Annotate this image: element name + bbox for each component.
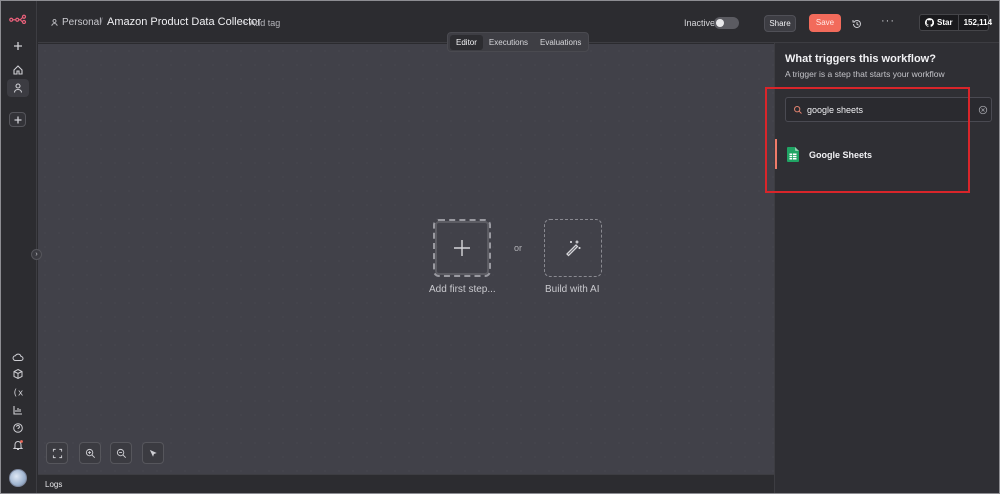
left-sidebar: (x) [1, 1, 37, 493]
magic-wand-icon [566, 240, 581, 257]
plus-icon [454, 240, 470, 256]
zoom-out-icon [116, 448, 126, 458]
variables-icon[interactable]: (x) [7, 383, 29, 401]
fit-view-icon [52, 448, 62, 458]
search-input[interactable] [807, 102, 967, 118]
trigger-panel: What triggers this workflow? A trigger i… [774, 43, 999, 493]
build-with-ai-button[interactable] [544, 219, 602, 277]
n8n-logo-icon[interactable] [7, 10, 29, 28]
build-with-ai-label: Build with AI [545, 284, 600, 295]
clear-search-icon[interactable] [978, 105, 988, 115]
cursor-icon [149, 449, 157, 457]
tab-editor[interactable]: Editor [450, 34, 483, 50]
fit-view-button[interactable] [46, 442, 68, 464]
view-tabs: Editor Executions Evaluations [447, 32, 589, 52]
workflow-status-label: Inactive [684, 18, 716, 28]
toggle-knob [716, 19, 724, 27]
cloud-icon[interactable] [7, 348, 29, 366]
user-icon [51, 19, 58, 26]
tidy-up-button[interactable] [142, 442, 164, 464]
breadcrumb-separator: / [100, 17, 103, 28]
panel-title: What triggers this workflow? [785, 53, 936, 65]
zoom-in-icon [85, 448, 95, 458]
google-sheets-icon [787, 147, 799, 162]
zoom-in-button[interactable] [79, 442, 101, 464]
help-icon[interactable] [7, 419, 29, 437]
svg-text:(x): (x) [13, 389, 25, 399]
panel-subtitle: A trigger is a step that starts your wor… [785, 69, 945, 79]
save-button[interactable]: Save [809, 14, 841, 32]
user-avatar[interactable] [9, 469, 27, 487]
notifications-bell-icon[interactable] [7, 436, 29, 454]
workflow-title[interactable]: Amazon Product Data Collector [107, 16, 261, 28]
result-label: Google Sheets [809, 150, 873, 160]
active-toggle[interactable] [714, 17, 739, 29]
selected-indicator [775, 139, 777, 169]
breadcrumb-owner[interactable]: Personal [50, 17, 101, 28]
zoom-out-button[interactable] [110, 442, 132, 464]
search-icon [793, 105, 802, 114]
share-button[interactable]: Share [764, 15, 796, 32]
home-icon[interactable] [7, 61, 29, 79]
templates-icon[interactable] [7, 365, 29, 383]
history-icon[interactable] [851, 18, 863, 30]
or-label: or [514, 243, 523, 253]
more-options-icon[interactable]: ··· [881, 15, 895, 27]
insights-chart-icon[interactable] [7, 401, 29, 419]
github-star-button[interactable]: Star 152,114 [919, 14, 992, 31]
logs-bar[interactable]: Logs [38, 474, 774, 493]
github-icon [925, 18, 934, 27]
add-icon[interactable] [7, 37, 29, 55]
create-project-icon[interactable] [9, 112, 26, 127]
list-item[interactable]: Google Sheets [775, 139, 1000, 169]
add-first-step-label: Add first step... [429, 284, 496, 295]
github-star-count: 152,114 [963, 18, 993, 27]
logs-label: Logs [45, 480, 63, 489]
tab-evaluations[interactable]: Evaluations [534, 35, 587, 50]
trigger-search-box [785, 97, 992, 122]
personal-user-icon[interactable] [7, 79, 29, 97]
add-tag-link[interactable]: + Add tag [242, 18, 280, 28]
owner-label: Personal [62, 17, 102, 28]
workflow-canvas[interactable]: Add first step... or Build with AI [38, 44, 774, 474]
add-first-step-button[interactable] [433, 219, 491, 277]
github-star-label: Star [937, 18, 953, 27]
collapse-sidebar-chevron-icon[interactable]: › [31, 249, 42, 260]
tab-executions[interactable]: Executions [483, 35, 534, 50]
